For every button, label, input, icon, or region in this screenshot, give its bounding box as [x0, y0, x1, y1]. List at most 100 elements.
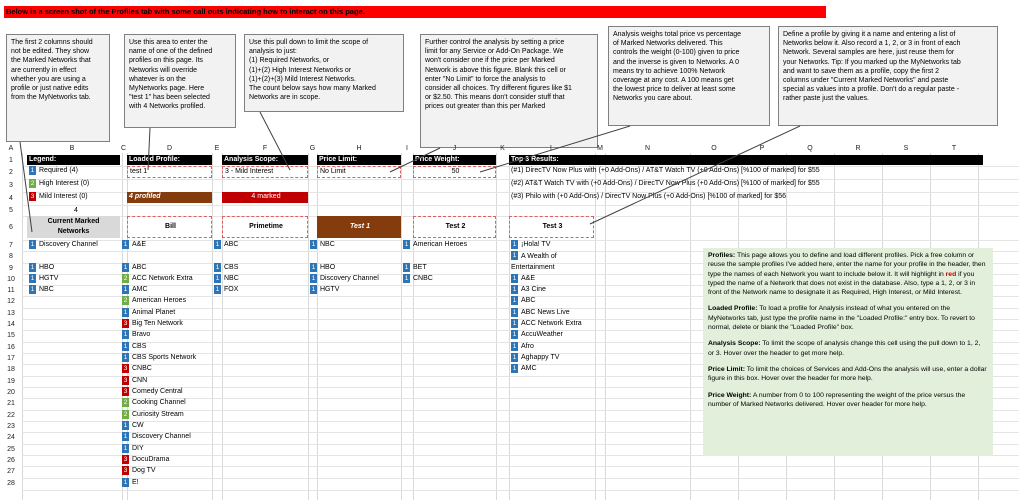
row-number[interactable]: 27 — [0, 466, 22, 478]
row-number[interactable]: 1 — [0, 155, 22, 166]
row-number[interactable]: 7 — [0, 240, 22, 251]
row-number[interactable]: 25 — [0, 444, 22, 455]
column-header[interactable]: A — [0, 145, 22, 153]
row-number[interactable]: 18 — [0, 364, 22, 376]
column-header[interactable]: G — [308, 145, 317, 153]
row-number[interactable]: 23 — [0, 421, 22, 432]
column-header[interactable]: F — [222, 145, 308, 153]
row-number[interactable]: 4 — [0, 192, 22, 205]
test2-network-item[interactable]: 1 CNBC — [401, 274, 496, 285]
test1-network-item[interactable]: 1 Discovery Channel — [308, 274, 401, 285]
price-weight-input[interactable]: 50 — [413, 166, 496, 178]
bill-network-item[interactable]: 1 DIY — [120, 444, 212, 455]
row-number[interactable]: 14 — [0, 319, 22, 330]
profile-header-test3[interactable]: Test 3 — [509, 216, 594, 238]
profile-header-test2[interactable]: Test 2 — [413, 216, 496, 238]
column-header[interactable]: P — [738, 145, 786, 153]
column-header[interactable]: L — [509, 145, 595, 153]
test3-network-item[interactable]: 1 A&E — [509, 274, 595, 285]
row-number[interactable]: 11 — [0, 285, 22, 296]
loaded-profile-input[interactable]: test 1 — [127, 166, 212, 178]
test3-network-item[interactable]: 1 ABC — [509, 296, 595, 308]
row-number[interactable]: 19 — [0, 376, 22, 387]
primetime-network-item[interactable]: 1 CBS — [212, 263, 308, 274]
bill-network-item[interactable]: 2 Cooking Channel — [120, 398, 212, 410]
test3-network-item[interactable]: 1 A3 Cine — [509, 285, 595, 296]
column-header[interactable]: S — [882, 145, 930, 153]
bill-network-item[interactable]: 3 Comedy Central — [120, 387, 212, 398]
current-network-item[interactable]: 1 NBC — [27, 285, 120, 296]
bill-network-item[interactable]: 1 A&E — [120, 240, 212, 251]
primetime-network-item[interactable]: 1 ABC — [212, 240, 308, 251]
test2-network-item[interactable]: 1 American Heroes — [401, 240, 496, 251]
column-header[interactable]: J — [413, 145, 496, 153]
row-number[interactable]: 13 — [0, 308, 22, 319]
row-number[interactable]: 28 — [0, 478, 22, 490]
row-number[interactable]: 20 — [0, 387, 22, 398]
primetime-network-item[interactable]: 1 FOX — [212, 285, 308, 296]
row-number[interactable]: 10 — [0, 274, 22, 285]
test2-network-item[interactable]: 1 BET — [401, 263, 496, 274]
column-header[interactable]: D — [127, 145, 212, 153]
row-number[interactable]: 16 — [0, 342, 22, 353]
profile-header-primetime[interactable]: Primetime — [222, 216, 308, 238]
row-number[interactable]: 21 — [0, 398, 22, 410]
column-header[interactable]: E — [212, 145, 222, 153]
row-number[interactable]: 6 — [0, 216, 22, 240]
bill-network-item[interactable]: 3 CNBC — [120, 364, 212, 376]
row-number[interactable]: 26 — [0, 455, 22, 466]
test1-network-item[interactable]: 1 HBO — [308, 263, 401, 274]
column-header[interactable]: C — [120, 145, 127, 153]
current-network-item[interactable]: 1 HGTV — [27, 274, 120, 285]
column-header[interactable]: Q — [786, 145, 834, 153]
test3-network-item[interactable]: 1 ¡Hola! TV — [509, 240, 595, 251]
bill-network-item[interactable]: 2 Curiosity Stream — [120, 410, 212, 421]
row-number[interactable]: 15 — [0, 330, 22, 342]
column-header[interactable]: I — [401, 145, 413, 153]
bill-network-item[interactable]: 1 CBS — [120, 342, 212, 353]
row-number[interactable]: 24 — [0, 432, 22, 444]
primetime-network-item[interactable]: 1 NBC — [212, 274, 308, 285]
column-header[interactable]: H — [317, 145, 401, 153]
row-number[interactable]: 5 — [0, 205, 22, 216]
bill-network-item[interactable]: 3 Dog TV — [120, 466, 212, 478]
test3-network-item[interactable]: 1 ABC News Live — [509, 308, 595, 319]
bill-network-item[interactable]: 1 CW — [120, 421, 212, 432]
profile-header-test1[interactable]: Test 1 — [317, 216, 401, 238]
bill-network-item[interactable]: 2 American Heroes — [120, 296, 212, 308]
test1-network-item[interactable]: 1 HGTV — [308, 285, 401, 296]
bill-network-item[interactable]: 1 AMC — [120, 285, 212, 296]
test3-network-item[interactable]: 1 ACC Network Extra — [509, 319, 595, 330]
test3-network-item[interactable]: 1 AMC — [509, 364, 595, 376]
row-number[interactable]: 22 — [0, 410, 22, 421]
current-network-item[interactable]: 1 HBO — [27, 263, 120, 274]
row-number[interactable]: 2 — [0, 166, 22, 179]
bill-network-item[interactable]: 1 Bravo — [120, 330, 212, 342]
column-header[interactable]: T — [930, 145, 978, 153]
test3-network-item[interactable]: 1A Wealth of Entertainment — [509, 251, 595, 274]
bill-network-item[interactable]: 3 Big Ten Network — [120, 319, 212, 330]
column-header[interactable]: R — [834, 145, 882, 153]
column-header[interactable]: K — [496, 145, 509, 153]
current-network-item[interactable]: 1 Discovery Channel — [27, 240, 120, 251]
row-number[interactable]: 3 — [0, 179, 22, 192]
profile-header-bill[interactable]: Bill — [127, 216, 212, 238]
bill-network-item[interactable]: 2 ACC Network Extra — [120, 274, 212, 285]
row-number[interactable]: 8 — [0, 251, 22, 263]
bill-network-item[interactable]: 1 CBS Sports Network — [120, 353, 212, 364]
test3-network-item[interactable]: 1 AccuWeather — [509, 330, 595, 342]
bill-network-item[interactable]: 1 ABC — [120, 263, 212, 274]
row-number[interactable]: 12 — [0, 296, 22, 308]
row-number[interactable]: 9 — [0, 263, 22, 274]
column-header[interactable]: O — [690, 145, 738, 153]
bill-network-item[interactable]: 1 Animal Planet — [120, 308, 212, 319]
price-limit-input[interactable]: No Limit — [317, 166, 401, 178]
column-header[interactable]: B — [22, 145, 122, 153]
bill-network-item[interactable]: 3 CNN — [120, 376, 212, 387]
column-header[interactable]: M — [595, 145, 605, 153]
bill-network-item[interactable]: 3 DocuDrama — [120, 455, 212, 466]
test3-network-item[interactable]: 1 Afro — [509, 342, 595, 353]
analysis-scope-select[interactable]: 3 - Mild Interest — [222, 166, 308, 178]
bill-network-item[interactable]: 1 E! — [120, 478, 212, 490]
test1-network-item[interactable]: 1 NBC — [308, 240, 401, 251]
